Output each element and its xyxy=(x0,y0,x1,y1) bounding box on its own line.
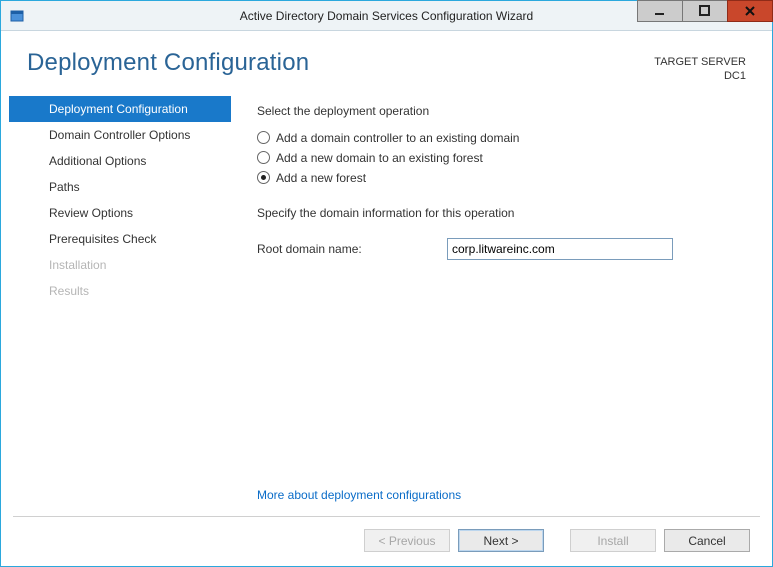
radio-icon xyxy=(257,171,270,184)
root-domain-label: Root domain name: xyxy=(257,242,447,256)
cancel-button[interactable]: Cancel xyxy=(664,529,750,552)
close-button[interactable] xyxy=(727,0,773,22)
step-prerequisites-check[interactable]: Prerequisites Check xyxy=(9,226,231,252)
app-icon xyxy=(9,8,25,24)
maximize-button[interactable] xyxy=(682,0,728,22)
title-bar: Active Directory Domain Services Configu… xyxy=(1,1,772,31)
window-controls xyxy=(637,1,772,30)
operation-label: Select the deployment operation xyxy=(257,104,744,118)
step-additional-options[interactable]: Additional Options xyxy=(9,148,231,174)
info-label: Specify the domain information for this … xyxy=(257,206,744,220)
header: Deployment Configuration TARGET SERVER D… xyxy=(9,35,764,94)
previous-button: < Previous xyxy=(364,529,450,552)
radio-label: Add a new domain to an existing forest xyxy=(276,151,483,165)
page-title: Deployment Configuration xyxy=(27,49,309,77)
radio-icon xyxy=(257,151,270,164)
minimize-icon xyxy=(654,5,666,17)
radio-label: Add a new forest xyxy=(276,171,366,185)
install-button: Install xyxy=(570,529,656,552)
content-pane: Select the deployment operation Add a do… xyxy=(231,94,764,516)
footer: < Previous Next > Install Cancel xyxy=(9,517,764,558)
step-results: Results xyxy=(9,278,231,304)
step-paths[interactable]: Paths xyxy=(9,174,231,200)
radio-add-dc-existing-domain[interactable]: Add a domain controller to an existing d… xyxy=(257,131,744,145)
spacer xyxy=(257,260,744,476)
target-server-value: DC1 xyxy=(654,69,746,83)
radio-icon xyxy=(257,131,270,144)
target-server-label: TARGET SERVER xyxy=(654,55,746,69)
maximize-icon xyxy=(699,5,711,17)
wizard-window: Active Directory Domain Services Configu… xyxy=(0,0,773,567)
sidebar: Deployment Configuration Domain Controll… xyxy=(9,94,231,516)
radio-label: Add a domain controller to an existing d… xyxy=(276,131,519,145)
close-icon xyxy=(744,5,756,17)
body: Deployment Configuration Domain Controll… xyxy=(9,94,764,516)
minimize-button[interactable] xyxy=(637,0,683,22)
root-domain-input[interactable] xyxy=(447,238,673,260)
help-link-deployment-config[interactable]: More about deployment configurations xyxy=(257,476,744,516)
radio-add-new-forest[interactable]: Add a new forest xyxy=(257,171,744,185)
target-server-block: TARGET SERVER DC1 xyxy=(654,49,746,84)
step-review-options[interactable]: Review Options xyxy=(9,200,231,226)
client-area: Deployment Configuration TARGET SERVER D… xyxy=(1,31,772,566)
radio-add-domain-existing-forest[interactable]: Add a new domain to an existing forest xyxy=(257,151,744,165)
root-domain-row: Root domain name: xyxy=(257,238,744,260)
next-button[interactable]: Next > xyxy=(458,529,544,552)
step-installation: Installation xyxy=(9,252,231,278)
step-deployment-configuration[interactable]: Deployment Configuration xyxy=(9,96,231,122)
step-domain-controller-options[interactable]: Domain Controller Options xyxy=(9,122,231,148)
